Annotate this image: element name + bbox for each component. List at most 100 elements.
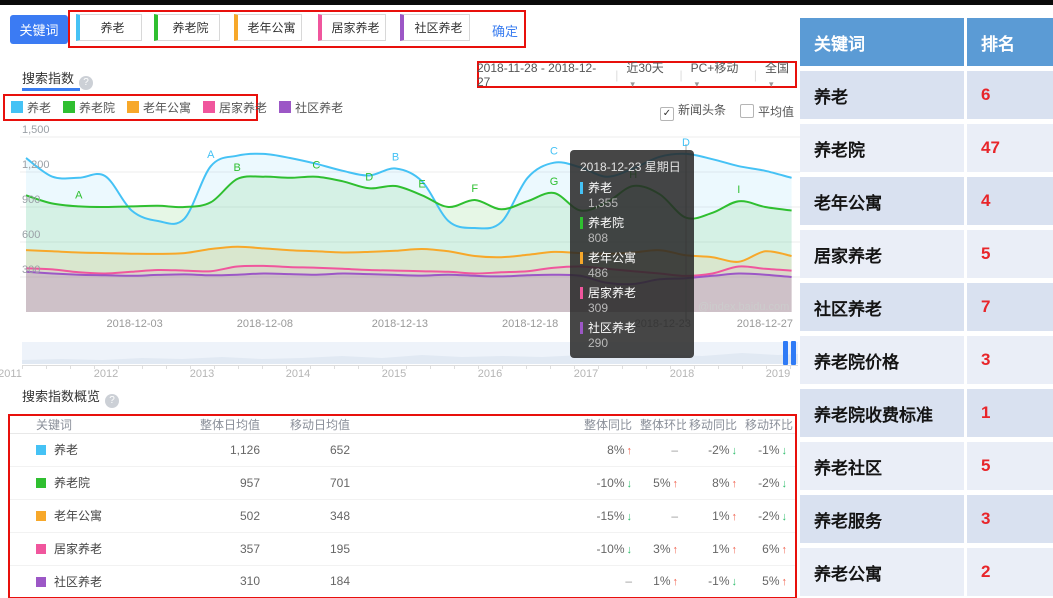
- ranking-row: 养老6: [800, 71, 1053, 119]
- baidu-index-dashboard: 关键词 确定 搜索指数? 2018-11-28 - 2018-12-27 | 近…: [0, 0, 1053, 598]
- chart-toggles: ✓新闻头条 平均值: [660, 101, 794, 121]
- chart-legend: 养老养老院老年公寓居家养老社区养老: [3, 94, 256, 120]
- keyword-input-1[interactable]: [76, 14, 142, 41]
- region-dropdown[interactable]: 全国▾: [765, 59, 797, 90]
- chart-controls: 2018-11-28 - 2018-12-27 | 近30天▾ | PC+移动▾…: [477, 61, 797, 88]
- ranking-row: 养老院价格3: [800, 336, 1053, 384]
- y-tick-label: 900: [22, 194, 40, 206]
- keyword-input-4[interactable]: [318, 14, 386, 41]
- news-checkbox[interactable]: ✓新闻头条: [660, 101, 726, 121]
- keyword-input-2[interactable]: [154, 14, 220, 41]
- device-dropdown[interactable]: PC+移动▾: [691, 59, 746, 90]
- news-marker-I: I: [737, 184, 740, 196]
- ranking-row: 居家养老5: [800, 230, 1053, 278]
- up-arrow-icon: ↑: [673, 544, 679, 556]
- timeline-year-label: 2011: [0, 368, 22, 380]
- ranking-header-keyword: 关键词: [800, 18, 964, 66]
- legend-item[interactable]: 老年公寓: [127, 99, 191, 116]
- ranking-header-rank: 排名: [967, 18, 1053, 66]
- table-row: 老年公寓502348-15%↓–1%↑-2%↓: [10, 499, 795, 532]
- ranking-row: 养老院47: [800, 124, 1053, 172]
- overview-col-header: 整体环比: [640, 416, 686, 434]
- ranking-row: 养老社区5: [800, 442, 1053, 490]
- x-tick-label: 2018-12-08: [237, 318, 293, 330]
- keyword-input-5[interactable]: [400, 14, 470, 41]
- overview-table: 关键词整体日均值移动日均值整体同比整体环比移动同比移动环比 养老1,126652…: [10, 416, 795, 597]
- y-tick-label: 600: [22, 229, 40, 241]
- legend-item[interactable]: 居家养老: [203, 99, 267, 116]
- down-arrow-icon: ↓: [782, 478, 788, 490]
- down-arrow-icon: ↓: [732, 576, 738, 588]
- table-row: 居家养老357195-10%↓3%↑1%↑6%↑: [10, 532, 795, 565]
- timeline-year-label: 2013: [190, 368, 214, 380]
- up-arrow-icon: ↑: [782, 576, 788, 588]
- legend-swatch-icon: [127, 101, 139, 113]
- ranking-row: 社区养老7: [800, 283, 1053, 331]
- table-row: 养老院957701-10%↓5%↑8%↑-2%↓: [10, 466, 795, 499]
- news-marker-D: D: [365, 171, 373, 183]
- trend-chart[interactable]: ABCDABCDEFGHI 1,5001,200900600300 2018-1…: [20, 128, 800, 324]
- help-icon[interactable]: ?: [79, 76, 93, 90]
- confirm-link[interactable]: 确定: [492, 21, 518, 40]
- down-arrow-icon: ↓: [732, 445, 738, 457]
- legend-swatch-icon: [11, 101, 23, 113]
- up-arrow-icon: ↑: [732, 478, 738, 490]
- up-arrow-icon: ↑: [673, 576, 679, 588]
- up-arrow-icon: ↑: [732, 544, 738, 556]
- ranking-row: 老年公寓4: [800, 177, 1053, 225]
- keyword-button[interactable]: 关键词: [10, 15, 68, 44]
- slider-handle-right[interactable]: [791, 341, 796, 365]
- series-color-icon: [36, 544, 46, 554]
- watermark: @index.baidu.com: [698, 301, 789, 313]
- legend-swatch-icon: [63, 101, 75, 113]
- overview-col-header: 关键词: [10, 416, 178, 434]
- tooltip-series-bar: [580, 287, 583, 299]
- legend-item[interactable]: 社区养老: [279, 99, 343, 116]
- down-arrow-icon: ↓: [782, 445, 788, 457]
- chevron-down-icon: ▾: [695, 79, 700, 89]
- tooltip-date: 2018-12-23 星期日: [580, 158, 684, 175]
- up-arrow-icon: ↑: [732, 511, 738, 523]
- legend-item[interactable]: 养老: [11, 99, 51, 116]
- down-arrow-icon: ↓: [782, 511, 788, 523]
- x-tick-label: 2018-12-18: [502, 318, 558, 330]
- news-marker-E: E: [418, 178, 425, 190]
- ranking-row: 养老公寓2: [800, 548, 1053, 596]
- timeline-year-label: 2017: [574, 368, 598, 380]
- series-color-icon: [36, 478, 46, 488]
- overview-header-row: 关键词整体日均值移动日均值整体同比整体环比移动同比移动环比: [10, 416, 795, 434]
- series-color-icon: [36, 511, 46, 521]
- tab-search-index[interactable]: 搜索指数?: [22, 68, 93, 90]
- timeline-years: 201120122013201420152016201720182019: [0, 368, 800, 382]
- tab-underline: [22, 88, 80, 91]
- x-tick-label: 2018-12-03: [107, 318, 163, 330]
- slider-handle-left[interactable]: [783, 341, 788, 365]
- news-marker-C: C: [550, 146, 558, 158]
- overview-title: 搜索指数概览?: [22, 386, 119, 408]
- timeline-year-label: 2015: [382, 368, 406, 380]
- date-range[interactable]: 2018-11-28 - 2018-12-27: [477, 61, 607, 89]
- news-marker-C: C: [312, 160, 320, 172]
- checkbox-unchecked-icon: [740, 104, 754, 118]
- period-dropdown[interactable]: 近30天▾: [626, 59, 671, 90]
- legend-item[interactable]: 养老院: [63, 99, 115, 116]
- timeline-year-label: 2019: [766, 368, 790, 380]
- timeline-year-label: 2018: [670, 368, 694, 380]
- news-marker-G: G: [550, 176, 559, 188]
- average-checkbox[interactable]: 平均值: [740, 103, 794, 120]
- help-icon[interactable]: ?: [105, 394, 119, 408]
- y-tick-label: 300: [22, 264, 40, 276]
- timeline-axis: [22, 365, 798, 366]
- keyword-input-3[interactable]: [234, 14, 302, 41]
- checkbox-checked-icon: ✓: [660, 107, 674, 121]
- y-tick-label: 1,200: [22, 159, 50, 171]
- overview-col-header: 整体同比: [358, 416, 640, 434]
- timeline-year-label: 2016: [478, 368, 502, 380]
- down-arrow-icon: ↓: [627, 478, 633, 490]
- news-marker-B: B: [234, 162, 241, 174]
- down-arrow-icon: ↓: [627, 511, 633, 523]
- x-tick-label: 2018-12-27: [737, 318, 793, 330]
- up-arrow-icon: ↑: [673, 478, 679, 490]
- table-row: 社区养老310184–1%↑-1%↓5%↑: [10, 565, 795, 597]
- ranking-row: 养老服务3: [800, 495, 1053, 543]
